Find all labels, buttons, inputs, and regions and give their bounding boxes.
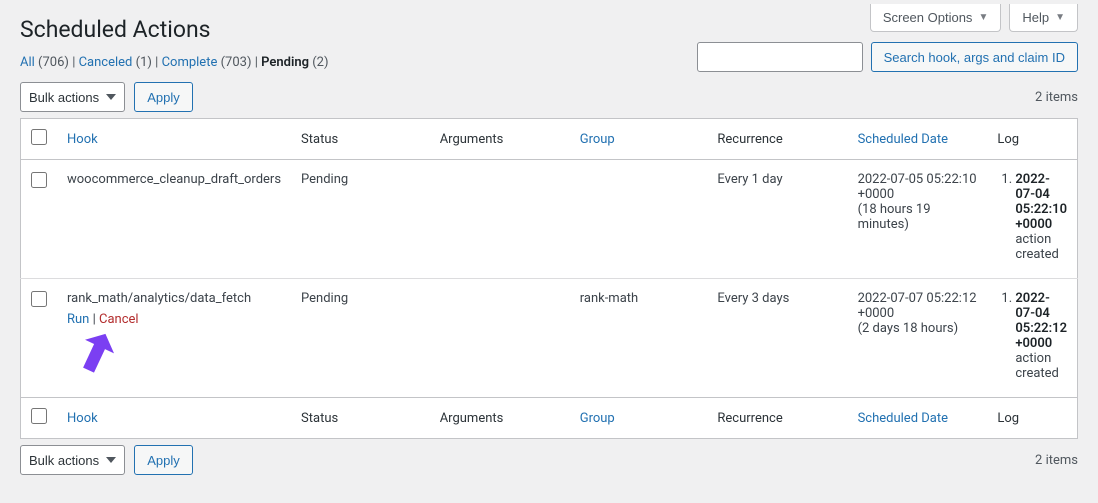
select-all-bottom[interactable] bbox=[31, 408, 47, 424]
log-message: action created bbox=[1015, 351, 1067, 381]
filter-all-count: (706) bbox=[38, 55, 69, 70]
col-group-foot[interactable]: Group bbox=[580, 411, 615, 426]
log-entry: 2022-07-04 05:22:10 +0000action created bbox=[1015, 172, 1067, 262]
hook-name: woocommerce_cleanup_draft_orders bbox=[67, 172, 281, 187]
row-checkbox[interactable] bbox=[31, 291, 47, 307]
col-log-foot: Log bbox=[987, 398, 1077, 439]
log-message: action created bbox=[1015, 232, 1067, 262]
scheduled-rel: (18 hours 19 minutes) bbox=[858, 202, 978, 232]
col-recurrence-foot: Recurrence bbox=[707, 398, 847, 439]
group-cell: rank-math bbox=[570, 279, 708, 398]
help-button[interactable]: Help ▼ bbox=[1009, 4, 1078, 32]
select-all-top[interactable] bbox=[31, 129, 47, 145]
chevron-down-icon: ▼ bbox=[978, 12, 988, 23]
scheduled-ts: 2022-07-05 05:22:10 +0000 bbox=[858, 172, 978, 202]
log-timestamp: 2022-07-04 05:22:12 +0000 bbox=[1015, 291, 1067, 351]
scheduled-rel: (2 days 18 hours) bbox=[858, 321, 978, 336]
col-hook[interactable]: Hook bbox=[67, 132, 98, 147]
actions-table: Hook Status Arguments Group Recurrence S… bbox=[20, 118, 1078, 439]
search-button[interactable]: Search hook, args and claim ID bbox=[871, 42, 1078, 72]
log-list: 2022-07-04 05:22:12 +0000action created bbox=[997, 291, 1067, 381]
chevron-down-icon: ▼ bbox=[1055, 12, 1065, 23]
status-cell: Pending bbox=[291, 279, 430, 398]
log-list: 2022-07-04 05:22:10 +0000action created bbox=[997, 172, 1067, 262]
arguments-cell bbox=[430, 160, 570, 279]
cancel-action-link[interactable]: Cancel bbox=[99, 312, 139, 327]
col-arguments: Arguments bbox=[430, 119, 570, 160]
items-count-bottom: 2 items bbox=[1035, 453, 1078, 468]
run-action-link[interactable]: Run bbox=[67, 312, 89, 327]
tablenav-top: Bulk actions Apply 2 items bbox=[20, 82, 1078, 112]
col-arguments-foot: Arguments bbox=[430, 398, 570, 439]
filter-pending-count: (2) bbox=[312, 55, 328, 70]
recurrence-cell: Every 1 day bbox=[707, 160, 847, 279]
filter-canceled[interactable]: Canceled bbox=[79, 55, 133, 70]
screen-options-button[interactable]: Screen Options ▼ bbox=[870, 4, 1002, 32]
tablenav-bottom: Bulk actions Apply 2 items bbox=[20, 445, 1078, 475]
row-checkbox[interactable] bbox=[31, 172, 47, 188]
table-row: rank_math/analytics/data_fetchRun | Canc… bbox=[21, 279, 1078, 398]
annotation-arrow-icon bbox=[81, 330, 125, 374]
filter-complete-count: (703) bbox=[221, 55, 252, 70]
log-timestamp: 2022-07-04 05:22:10 +0000 bbox=[1015, 172, 1067, 232]
screen-options-label: Screen Options bbox=[883, 10, 973, 25]
hook-name: rank_math/analytics/data_fetch bbox=[67, 291, 281, 306]
col-recurrence: Recurrence bbox=[707, 119, 847, 160]
filter-canceled-count: (1) bbox=[136, 55, 152, 70]
col-group[interactable]: Group bbox=[580, 132, 615, 147]
arguments-cell bbox=[430, 279, 570, 398]
apply-button-bottom[interactable]: Apply bbox=[134, 445, 193, 475]
bulk-actions-select-bottom[interactable]: Bulk actions bbox=[20, 445, 125, 475]
col-log: Log bbox=[987, 119, 1077, 160]
col-status: Status bbox=[291, 119, 430, 160]
col-scheduled-foot[interactable]: Scheduled Date bbox=[858, 411, 948, 426]
col-status-foot: Status bbox=[291, 398, 430, 439]
filter-pending[interactable]: Pending bbox=[261, 55, 309, 70]
scheduled-ts: 2022-07-07 05:22:12 +0000 bbox=[858, 291, 978, 321]
bulk-actions-select-top[interactable]: Bulk actions bbox=[20, 82, 125, 112]
col-hook-foot[interactable]: Hook bbox=[67, 411, 98, 426]
search-input[interactable] bbox=[697, 42, 863, 72]
filter-complete[interactable]: Complete bbox=[162, 55, 218, 70]
table-row: woocommerce_cleanup_draft_orders Pending E… bbox=[21, 160, 1078, 279]
group-cell bbox=[570, 160, 708, 279]
recurrence-cell: Every 3 days bbox=[707, 279, 847, 398]
log-entry: 2022-07-04 05:22:12 +0000action created bbox=[1015, 291, 1067, 381]
filter-all[interactable]: All bbox=[20, 55, 35, 70]
help-label: Help bbox=[1022, 10, 1049, 25]
col-scheduled[interactable]: Scheduled Date bbox=[858, 132, 948, 147]
apply-button-top[interactable]: Apply bbox=[134, 82, 193, 112]
items-count-top: 2 items bbox=[1035, 90, 1078, 105]
status-cell: Pending bbox=[291, 160, 430, 279]
